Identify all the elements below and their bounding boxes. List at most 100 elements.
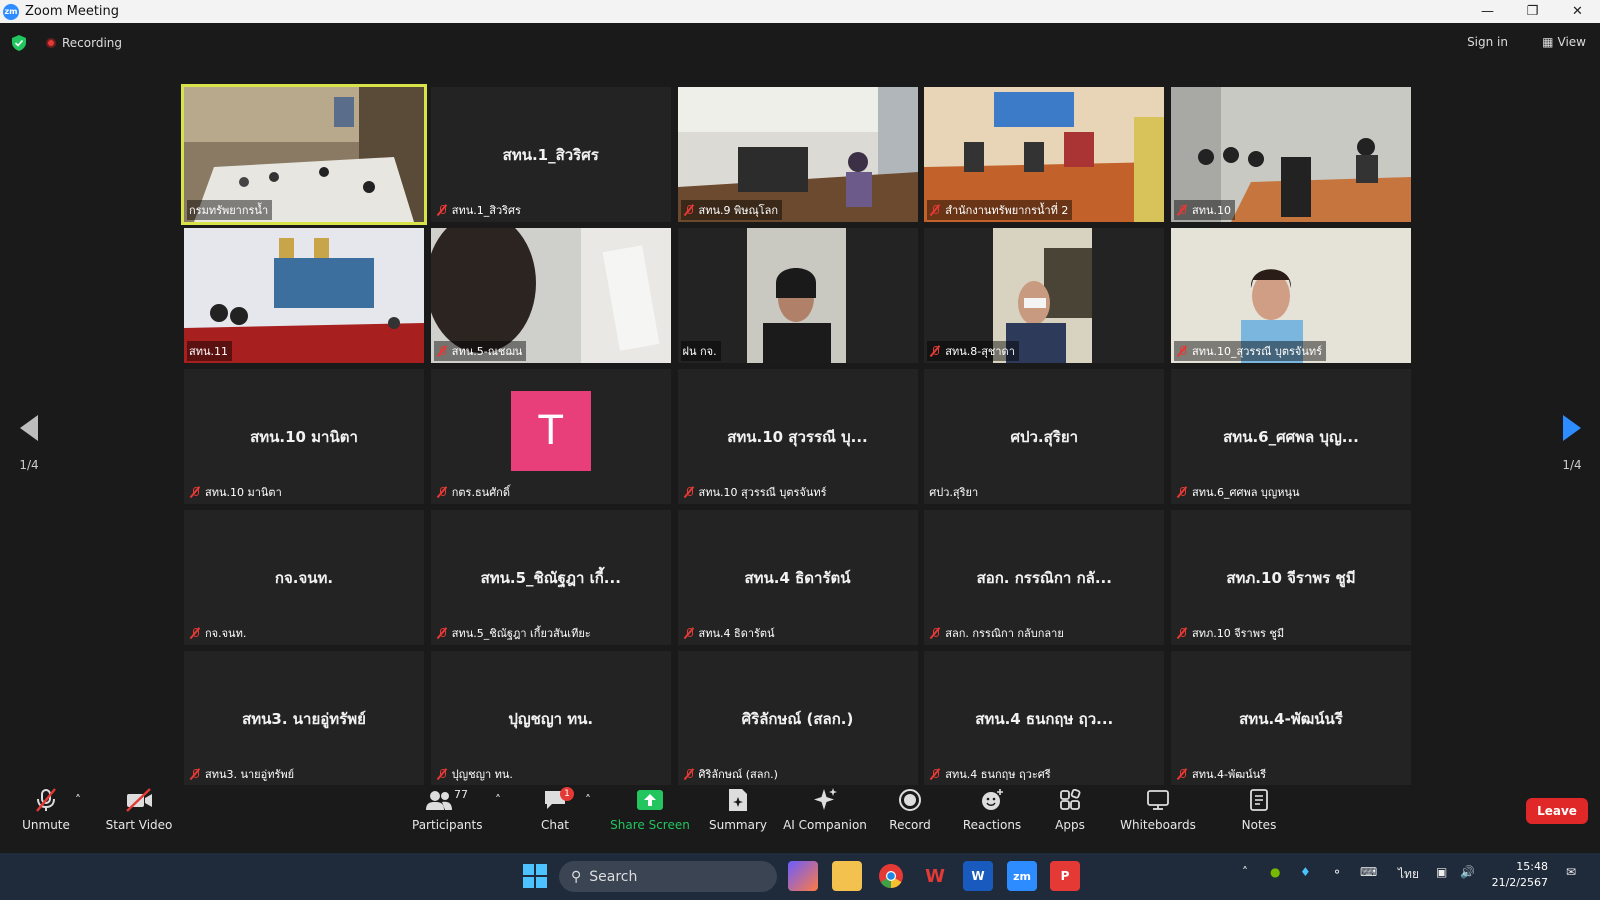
participant-tile[interactable]: สทภ.10 จีราพร ชูมี สทภ.10 จีราพร ชูมี [1171,510,1411,645]
participant-tile[interactable]: กรมทรัพยากรน้ำ [181,84,427,225]
unmute-button[interactable]: Unmute [18,785,74,832]
participant-tile[interactable]: ศิริลักษณ์ (สลก.) ศิริลักษณ์ (สลก.) [677,651,918,786]
summary-icon [729,789,747,811]
participant-tile[interactable]: สทน.4 ธนกฤษ ฤว... สทน.4 ธนกฤษ ฤวะศรี [924,651,1165,786]
keyboard-tray-icon[interactable]: ⌨ [1360,865,1377,879]
participant-tile[interactable]: T กตร.ธนศักดิ์ [430,369,671,504]
participant-tile[interactable]: สอก. กรรณิกา กลั... สลก. กรรณิกา กลับกลาย [924,510,1165,645]
view-button[interactable]: ▦ View [1542,35,1586,49]
participant-name-text: สทน3. นายอู่ทรัพย์ [205,768,295,781]
participant-tile[interactable]: สำนักงานทรัพยากรน้ำที่ 2 [924,87,1165,222]
microphone-muted-icon [189,768,201,780]
participant-tile[interactable]: สทน.6_ศศพล บุญ... สทน.6_ศศพล บุญหนุน [1171,369,1411,504]
participant-tile[interactable]: สทน.11 [184,228,424,363]
chat-button[interactable]: 1 Chat [530,785,580,832]
chat-options-caret[interactable]: ˄ [582,793,594,807]
ai-companion-button[interactable]: AI Companion [782,785,868,832]
participant-tile[interactable]: สทน3. นายอู่ทรัพย์ สทน3. นายอู่ทรัพย์ [184,651,424,786]
record-icon [899,789,921,811]
taskbar-search-box[interactable]: ⚲ Search [559,861,777,892]
notes-label: Notes [1241,818,1277,832]
previous-page-button[interactable]: 1/4 [14,415,44,472]
tray-overflow-chevron-icon[interactable]: ˄ [1242,865,1248,879]
apps-button[interactable]: Apps [1050,785,1090,832]
close-button[interactable]: ✕ [1555,0,1600,23]
participant-name-label: กรมทรัพยากรน้ำ [187,200,273,220]
participant-display-name: สทน.4-พัฒน์นรี [1239,709,1343,728]
meeting-topbar: Recording Sign in ▦ View [0,23,1600,63]
participant-name-label: สทน.9 พิษณุโลก [680,200,782,220]
participant-name-text: สทน.1_สิวริศร [451,204,521,217]
participant-name-text: ปุญชญา ทน. [451,768,513,781]
input-language-indicator[interactable]: ไทย [1398,865,1419,884]
participant-display-name: สทน.10 สุวรรณี บุ... [727,427,868,446]
summary-button[interactable]: Summary [708,785,768,832]
chevron-up-icon: ˄ [75,793,81,807]
wps-office-icon[interactable]: W [920,861,950,891]
microphone-muted-icon [929,204,941,216]
participant-name-label: สทน.4-พัฒน์นรี [1174,764,1270,784]
share-screen-button[interactable]: Share Screen [610,785,690,832]
sign-in-button[interactable]: Sign in [1467,35,1508,49]
whiteboards-button[interactable]: Whiteboards [1120,785,1196,832]
microphone-muted-icon [929,345,941,357]
participant-name-text: สทน.10_สุวรรณี บุตรจันทร์ [1192,345,1323,358]
zoom-logo-icon: zm [3,3,19,20]
record-label: Record [889,818,931,832]
windows-start-button[interactable] [520,861,550,891]
participant-tile[interactable]: ปุญชญา ทน. ปุญชญา ทน. [430,651,671,786]
minimize-button[interactable]: — [1465,0,1510,23]
system-clock[interactable]: 15:48 21/2/2567 [1492,859,1548,891]
microphone-tray-icon[interactable]: ⚬ [1332,865,1342,879]
restore-button[interactable]: ❐ [1510,0,1555,23]
participant-tile[interactable]: สทน.9 พิษณุโลก [677,87,918,222]
nvidia-tray-icon[interactable]: ● [1270,865,1280,879]
apps-label: Apps [1055,818,1085,832]
view-label: View [1557,35,1586,49]
participant-tile[interactable]: สทน.1_สิวริศร สทน.1_สิวริศร [430,87,671,222]
notes-button[interactable]: Notes [1236,785,1282,832]
start-video-button[interactable]: Start Video [104,785,174,832]
participant-name-label: กตร.ธนศักดิ์ [434,482,514,502]
participant-name-text: สทน.6_ศศพล บุญหนุน [1192,486,1300,499]
participant-tile[interactable]: ฝน กจ. [677,228,918,363]
record-button[interactable]: Record [886,785,934,832]
participant-display-name: สทน.5_ชิณัฐฎา เกี้... [480,568,621,587]
participant-tile[interactable]: สทน.5_ชิณัฐฎา เกี้... สทน.5_ชิณัฐฎา เกี้ย… [430,510,671,645]
search-icon: ⚲ [571,868,582,885]
participant-name-label: สทน.5_ชิณัฐฎา เกี้ยวสันเทียะ [434,623,595,643]
participant-tile[interactable]: สทน.10 [1171,87,1411,222]
participant-tile[interactable]: ศปว.สุริยา ศปว.สุริยา [924,369,1165,504]
notification-bell-icon[interactable]: ✉ [1566,865,1576,879]
participant-tile[interactable]: สทน.10 สุวรรณี บุ... สทน.10 สุวรรณี บุตรจ… [677,369,918,504]
network-icon[interactable]: ▣ [1436,865,1447,879]
participant-name-text: สทน.10 มานิตา [205,486,282,499]
leave-button[interactable]: Leave [1526,798,1588,824]
chrome-app-icon[interactable] [876,861,906,891]
participant-tile[interactable]: สทน.10 มานิตา สทน.10 มานิตา [184,369,424,504]
volume-icon[interactable]: 🔊 [1460,865,1475,879]
participant-tile[interactable]: สทน.5-ณชฌน [430,228,671,363]
audio-options-caret[interactable]: ˄ [72,793,84,807]
security-shield-icon[interactable] [12,35,26,51]
microphone-muted-icon [436,345,448,357]
file-explorer-icon[interactable] [832,861,862,891]
participant-name-label: สทน.4 ธนกฤษ ฤวะศรี [927,764,1054,784]
next-page-button[interactable]: 1/4 [1557,415,1587,472]
reactions-button[interactable]: Reactions [962,785,1022,832]
defender-tray-icon[interactable]: ♦ [1300,865,1311,879]
zoom-taskbar-icon[interactable]: zm [1007,861,1037,891]
participant-tile[interactable]: กจ.จนท. กจ.จนท. [184,510,424,645]
participant-tile[interactable]: สทน.4 ธิดารัตน์ สทน.4 ธิดารัตน์ [677,510,918,645]
participants-options-caret[interactable]: ˄ [492,793,504,807]
participants-button[interactable]: 77 Participants [412,785,483,833]
participant-name-text: สทน.9 พิษณุโลก [698,204,779,217]
microsoft-word-icon[interactable]: W [963,861,993,891]
pdf-reader-icon[interactable]: P [1050,861,1080,891]
participant-tile[interactable]: สทน.10_สุวรรณี บุตรจันทร์ [1171,228,1411,363]
copilot-app-icon[interactable] [788,861,818,891]
participant-tile[interactable]: สทน.4-พัฒน์นรี สทน.4-พัฒน์นรี [1171,651,1411,786]
participant-name-label: สทน.10 มานิตา [187,482,286,502]
participant-tile[interactable]: สทน.8-สุชาดา [924,228,1165,363]
recording-label[interactable]: Recording [62,36,122,50]
